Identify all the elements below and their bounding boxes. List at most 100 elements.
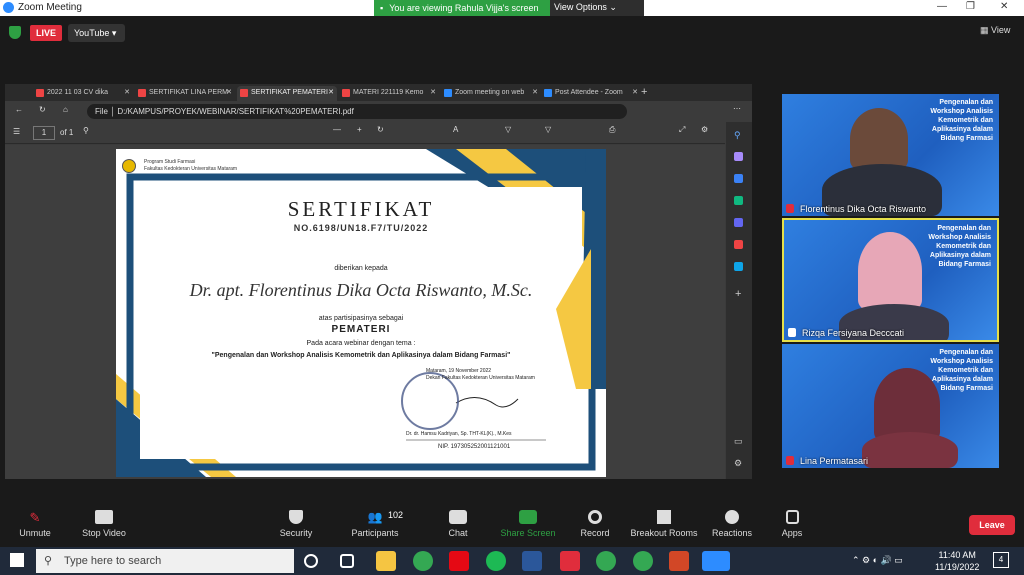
sidebar-app-icon[interactable] bbox=[734, 262, 743, 271]
browser-tab[interactable]: Post Attendee - Zoom ✕ bbox=[541, 86, 641, 101]
home-icon[interactable]: ⌂ bbox=[63, 105, 68, 114]
view-button[interactable]: ▦ View bbox=[980, 25, 1010, 36]
word-icon[interactable] bbox=[522, 551, 542, 571]
participation-label: atas partisipasinya sebagai bbox=[318, 315, 404, 322]
participant-tile[interactable]: Pengenalan dan Workshop Analisis Kemomet… bbox=[782, 94, 999, 216]
certificate-title: SERTIFIKAT bbox=[287, 197, 435, 221]
chrome-icon[interactable] bbox=[413, 551, 433, 571]
browser-tab[interactable]: SERTIFIKAT LINA PERM ✕ bbox=[135, 86, 235, 101]
stop-video-button[interactable]: Stop Video bbox=[69, 500, 139, 538]
sidebar-app-icon[interactable] bbox=[734, 196, 743, 205]
view-options-button[interactable]: View Options ⌄ bbox=[554, 2, 617, 13]
certificate-document: Program Studi Farmasi Fakultas Kedoktera… bbox=[116, 149, 606, 477]
browser-tab[interactable]: Zoom meeting on web ✕ bbox=[441, 86, 541, 101]
share-arrow-icon bbox=[519, 510, 537, 524]
search-icon: ⚲ bbox=[44, 555, 53, 567]
reload-icon[interactable]: ↻ bbox=[39, 105, 46, 114]
participant-face bbox=[858, 232, 922, 310]
muted-mic-icon bbox=[786, 456, 794, 465]
minimize-icon[interactable]: — bbox=[937, 1, 947, 12]
search-icon[interactable]: ⚲ bbox=[83, 126, 89, 135]
netflix-icon[interactable] bbox=[449, 551, 469, 571]
sidebar-app-icon[interactable] bbox=[734, 174, 743, 183]
stream-platform-dropdown[interactable]: YouTube ▾ bbox=[68, 24, 125, 42]
participant-tile-active-speaker[interactable]: Pengenalan dan Workshop Analisis Kemomet… bbox=[782, 218, 999, 342]
leave-button[interactable]: Leave bbox=[969, 515, 1015, 535]
powerpoint-icon[interactable] bbox=[669, 551, 689, 571]
given-to-label: diberikan kepada bbox=[334, 265, 388, 272]
signer-nip: NIP. 197305252001121001 bbox=[438, 444, 511, 450]
browser-address-bar: ← ↻ ⌂ File │ D:/KAMPUS/PROYEK/WEBINAR/SE… bbox=[5, 101, 752, 122]
sidebar-app-icon[interactable] bbox=[734, 218, 743, 227]
grid-icon bbox=[657, 510, 671, 524]
zoom-taskbar-icon[interactable] bbox=[702, 551, 730, 571]
url-field[interactable]: File │ D:/KAMPUS/PROYEK/WEBINAR/SERTIFIK… bbox=[87, 104, 627, 119]
browser-sidebar: ⚲ + ▭ ⚙ bbox=[726, 122, 752, 479]
chat-icon bbox=[449, 510, 467, 524]
new-tab-icon[interactable]: + bbox=[641, 86, 647, 98]
notifications-icon[interactable]: 4 bbox=[993, 552, 1009, 568]
participant-tile[interactable]: Pengenalan dan Workshop Analisis Kemomet… bbox=[782, 344, 999, 468]
settings-icon[interactable]: ⚙ bbox=[701, 125, 708, 134]
back-icon[interactable]: ← bbox=[15, 105, 23, 114]
contents-icon[interactable]: ☰ bbox=[13, 127, 20, 136]
viewing-label: You are viewing Rahula Vijja's screen bbox=[389, 3, 539, 13]
taskbar-search-input[interactable]: Type here to search bbox=[36, 549, 294, 573]
screen-share-icon: ▪ bbox=[380, 3, 384, 13]
sidebar-settings-icon[interactable]: ⚙ bbox=[734, 458, 742, 469]
zoom-logo-icon bbox=[3, 2, 14, 13]
window-title: Zoom Meeting bbox=[18, 2, 82, 13]
print-icon[interactable]: ⎙ bbox=[609, 125, 615, 135]
browser-tab-active[interactable]: SERTIFIKAT PEMATERI ✕ bbox=[237, 86, 337, 101]
security-button[interactable]: Security bbox=[261, 500, 331, 538]
apps-button[interactable]: Apps bbox=[757, 500, 827, 538]
breakout-rooms-button[interactable]: Breakout Rooms bbox=[628, 500, 700, 538]
acrobat-icon[interactable] bbox=[560, 551, 580, 571]
highlight-icon[interactable]: ▽ bbox=[545, 125, 551, 134]
sidebar-app-icon[interactable] bbox=[734, 240, 743, 249]
draw-icon[interactable]: ▽ bbox=[505, 125, 511, 134]
task-view-icon[interactable] bbox=[340, 554, 354, 568]
taskbar-clock[interactable]: 11:40 AM 11/19/2022 bbox=[935, 549, 979, 573]
restore-icon[interactable]: ❐ bbox=[966, 1, 975, 12]
university-seal-icon bbox=[122, 159, 136, 173]
record-icon bbox=[588, 510, 602, 524]
browser-tab[interactable]: MATERI 221119 Kemo ✕ bbox=[339, 86, 439, 101]
page-number-input[interactable]: 1 bbox=[33, 126, 55, 140]
read-aloud-icon[interactable]: A bbox=[453, 125, 458, 134]
event-intro: Pada acara webinar dengan tema : bbox=[306, 340, 416, 347]
share-screen-button[interactable]: Share Screen bbox=[493, 500, 563, 538]
file-explorer-icon[interactable] bbox=[376, 551, 396, 571]
encryption-shield-icon[interactable] bbox=[9, 26, 21, 39]
more-menu-icon[interactable]: ⋯ bbox=[733, 104, 741, 113]
muted-mic-icon bbox=[786, 204, 794, 213]
sidebar-search-icon[interactable]: ⚲ bbox=[734, 130, 741, 141]
participant-face bbox=[850, 108, 908, 170]
pdf-toolbar: ☰ 1 of 1 ⚲ — + ↻ A ▽ ▽ ⎙ ⤢ ⚙ bbox=[5, 122, 725, 144]
windows-start-icon[interactable] bbox=[10, 553, 24, 567]
live-badge[interactable]: LIVE bbox=[30, 25, 62, 41]
sidebar-add-icon[interactable]: + bbox=[735, 288, 741, 300]
close-icon[interactable]: ✕ bbox=[1000, 1, 1008, 12]
record-button[interactable]: Record bbox=[560, 500, 630, 538]
browser-tab[interactable]: 2022 11 03 CV dika ✕ bbox=[33, 86, 133, 101]
chrome-icon[interactable] bbox=[633, 551, 653, 571]
shield-icon bbox=[289, 510, 303, 524]
sidebar-layout-icon[interactable]: ▭ bbox=[734, 436, 743, 447]
page-count: of 1 bbox=[60, 128, 74, 137]
zoom-out-icon[interactable]: — bbox=[333, 125, 341, 134]
meeting-toolbar: ✎ Unmute Stop Video Security 👥 Participant… bbox=[0, 500, 1024, 547]
participant-name: Lina Permatasari bbox=[800, 456, 869, 466]
system-tray-icons[interactable]: ⌃ ⚙ ◐ 🔊 ▭ bbox=[852, 555, 903, 566]
rotate-icon[interactable]: ↻ bbox=[377, 125, 384, 134]
unmute-button[interactable]: ✎ Unmute bbox=[0, 500, 70, 538]
role-label: PEMATERI bbox=[331, 324, 391, 335]
sidebar-app-icon[interactable] bbox=[734, 152, 743, 161]
fullscreen-icon[interactable]: ⤢ bbox=[679, 125, 685, 135]
url-text: D:/KAMPUS/PROYEK/WEBINAR/SERTIFIKAT%20PE… bbox=[117, 107, 354, 116]
spotify-icon[interactable] bbox=[486, 551, 506, 571]
chrome-icon[interactable] bbox=[596, 551, 616, 571]
zoom-in-icon[interactable]: + bbox=[357, 125, 362, 134]
cortana-icon[interactable] bbox=[304, 554, 318, 568]
chat-button[interactable]: Chat bbox=[423, 500, 493, 538]
